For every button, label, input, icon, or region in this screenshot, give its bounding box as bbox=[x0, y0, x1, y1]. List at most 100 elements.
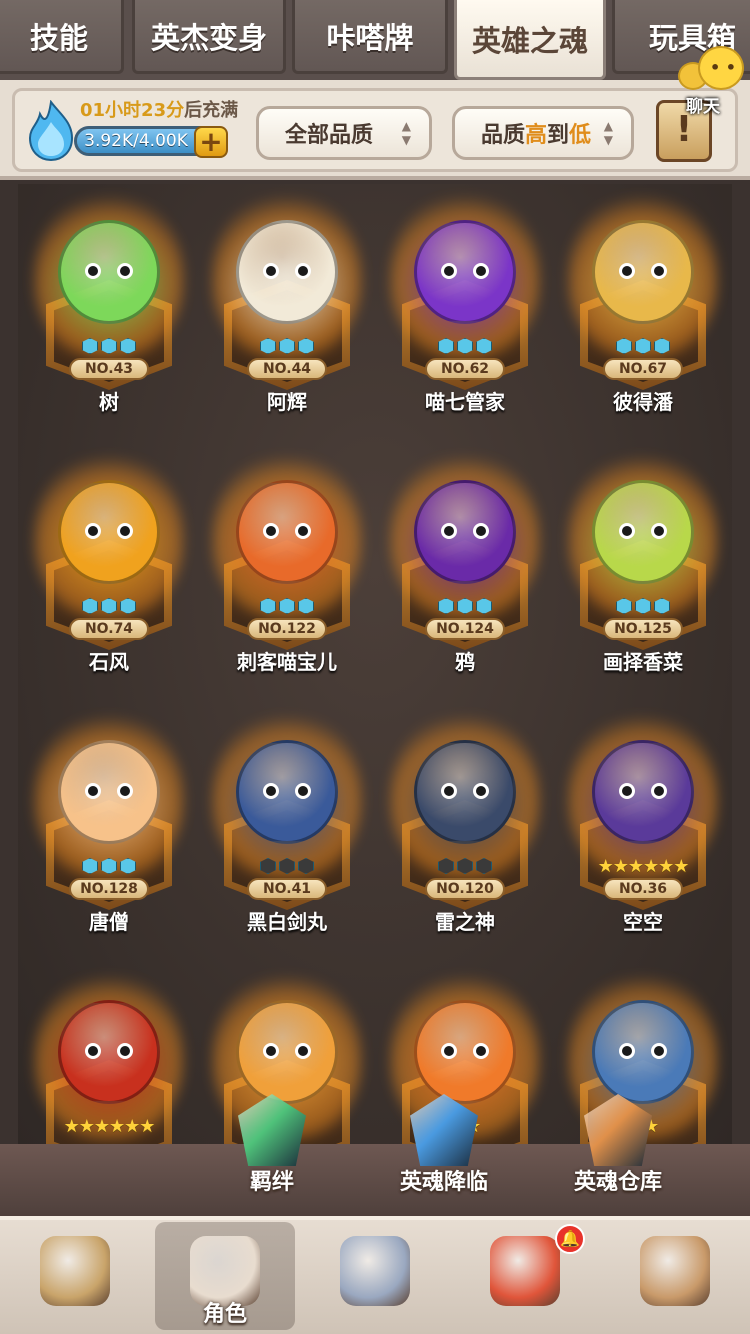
rank-gem-icon bbox=[635, 338, 651, 354]
hero-eye bbox=[85, 523, 101, 539]
rank-gem-icon bbox=[260, 338, 276, 354]
rank-gem-icon bbox=[120, 598, 136, 614]
hero-card[interactable]: NO.128 唐僧 bbox=[24, 710, 194, 960]
sort-arrows-icon: ▲ ▼ bbox=[603, 119, 613, 147]
hero-eye bbox=[473, 263, 489, 279]
nav-item[interactable] bbox=[5, 1222, 145, 1330]
hero-eye bbox=[263, 1043, 279, 1059]
tab-label: 英雄之魂 bbox=[471, 23, 588, 58]
hero-eye bbox=[85, 783, 101, 799]
rank-gem-icon bbox=[101, 598, 117, 614]
hero-portrait bbox=[58, 740, 160, 844]
tab-skills[interactable]: 技能 bbox=[0, 0, 124, 74]
blue-flame-icon bbox=[28, 100, 74, 162]
hero-card[interactable]: NO.62 喵七管家 bbox=[380, 190, 550, 440]
hero-card[interactable]: NO.74 石风 bbox=[24, 450, 194, 700]
rank-gems bbox=[380, 858, 550, 874]
nav-item[interactable]: 🔔 bbox=[455, 1222, 595, 1330]
blue-crystal-icon bbox=[410, 1094, 478, 1166]
hero-card[interactable]: NO.125 画择香菜 bbox=[558, 450, 728, 700]
sort-label-high: 高 bbox=[525, 123, 548, 148]
hero-eye bbox=[619, 263, 635, 279]
nav-item[interactable] bbox=[305, 1222, 445, 1330]
action-button[interactable]: 英魂降临 bbox=[364, 1094, 524, 1204]
sort-label-prefix: 品质 bbox=[481, 123, 526, 148]
rank-gem-icon bbox=[457, 858, 473, 874]
hero-portrait bbox=[236, 220, 338, 324]
sort-dropdown[interactable]: 品质高到低 ▲ ▼ bbox=[452, 106, 634, 160]
hero-portrait bbox=[236, 480, 338, 584]
sort-label-low: 低 bbox=[569, 123, 592, 148]
nav-item[interactable] bbox=[605, 1222, 745, 1330]
hero-eye bbox=[441, 783, 457, 799]
rank-gem-icon bbox=[298, 858, 314, 874]
hero-card[interactable]: NO.120 雷之神 bbox=[380, 710, 550, 960]
tab-cards[interactable]: 咔嗒牌 bbox=[292, 0, 448, 74]
rank-gems bbox=[380, 598, 550, 614]
hero-name: 黑白剑丸 bbox=[247, 910, 327, 934]
hero-eye bbox=[651, 263, 667, 279]
rank-gem-icon bbox=[298, 598, 314, 614]
refill-timer: 01小时23分后充满 bbox=[80, 96, 238, 122]
hero-number-badge: NO.41 bbox=[247, 878, 327, 900]
nav-label: 角色 bbox=[202, 1302, 247, 1327]
chat-label: 聊天 bbox=[686, 97, 720, 117]
hero-eye bbox=[619, 1043, 635, 1059]
hero-name: 空空 bbox=[623, 910, 663, 934]
timer-suffix: 后充满 bbox=[184, 100, 239, 121]
hero-card[interactable]: NO.41 黑白剑丸 bbox=[202, 710, 372, 960]
hero-eye bbox=[117, 523, 133, 539]
hero-name: 阿辉 bbox=[267, 390, 307, 414]
tab-hero-souls[interactable]: 英雄之魂 bbox=[454, 0, 606, 80]
hero-number-badge: NO.36 bbox=[603, 878, 683, 900]
action-button[interactable]: 羁绊 bbox=[192, 1094, 352, 1204]
rank-gem-icon bbox=[101, 858, 117, 874]
chat-button[interactable]: • • 聊天 bbox=[676, 40, 746, 117]
hero-portrait bbox=[236, 1000, 338, 1104]
rank-gem-icon bbox=[298, 338, 314, 354]
hero-name: 喵七管家 bbox=[425, 390, 505, 414]
hero-number-badge: NO.44 bbox=[247, 358, 327, 380]
hero-eye bbox=[651, 1043, 667, 1059]
hero-card[interactable]: ★★★★★★ bbox=[24, 970, 194, 1144]
rank-gem-icon bbox=[654, 338, 670, 354]
sort-label-mid: 到 bbox=[547, 123, 570, 148]
hero-card[interactable]: NO.122 刺客喵宝儿 bbox=[202, 450, 372, 700]
quality-filter-dropdown[interactable]: 全部品质 ▲ ▼ bbox=[256, 106, 432, 160]
rank-gems bbox=[24, 858, 194, 874]
rank-gems bbox=[558, 338, 728, 354]
rank-gem-icon bbox=[476, 598, 492, 614]
hero-eye bbox=[295, 523, 311, 539]
hero-portrait bbox=[414, 740, 516, 844]
hero-portrait bbox=[592, 220, 694, 324]
hero-name: 刺客喵宝儿 bbox=[237, 650, 337, 674]
hero-name: 鸦 bbox=[455, 650, 475, 674]
tab-label: 英杰变身 bbox=[150, 20, 267, 55]
hero-eye bbox=[117, 783, 133, 799]
rank-gem-icon bbox=[101, 338, 117, 354]
hero-card[interactable]: NO.43 树 bbox=[24, 190, 194, 440]
hero-portrait bbox=[592, 480, 694, 584]
action-button[interactable]: 英魂仓库 bbox=[538, 1094, 698, 1204]
hero-eye bbox=[263, 263, 279, 279]
hero-card[interactable]: NO.44 阿辉 bbox=[202, 190, 372, 440]
hero-card[interactable]: NO.124 鸦 bbox=[380, 450, 550, 700]
hero-card[interactable]: NO.67 彼得潘 bbox=[558, 190, 728, 440]
hero-card[interactable]: ★★★★★★ NO.36 空空 bbox=[558, 710, 728, 960]
hero-eye bbox=[85, 1043, 101, 1059]
hero-number-badge: NO.43 bbox=[69, 358, 149, 380]
add-energy-button[interactable]: + bbox=[194, 126, 228, 158]
rank-gems bbox=[24, 338, 194, 354]
rank-gem-icon bbox=[476, 338, 492, 354]
nav-item[interactable]: 角色 bbox=[155, 1222, 295, 1330]
hero-eye bbox=[441, 263, 457, 279]
hero-portrait bbox=[592, 740, 694, 844]
hero-eye bbox=[295, 783, 311, 799]
tab-transform[interactable]: 英杰变身 bbox=[132, 0, 286, 74]
hero-eye bbox=[263, 783, 279, 799]
hero-name: 画择香菜 bbox=[603, 650, 683, 674]
hero-name: 唐僧 bbox=[89, 910, 129, 934]
rank-gem-icon bbox=[635, 598, 651, 614]
rank-gem-icon bbox=[457, 598, 473, 614]
rank-stars: ★★★★★★ bbox=[63, 1116, 156, 1137]
